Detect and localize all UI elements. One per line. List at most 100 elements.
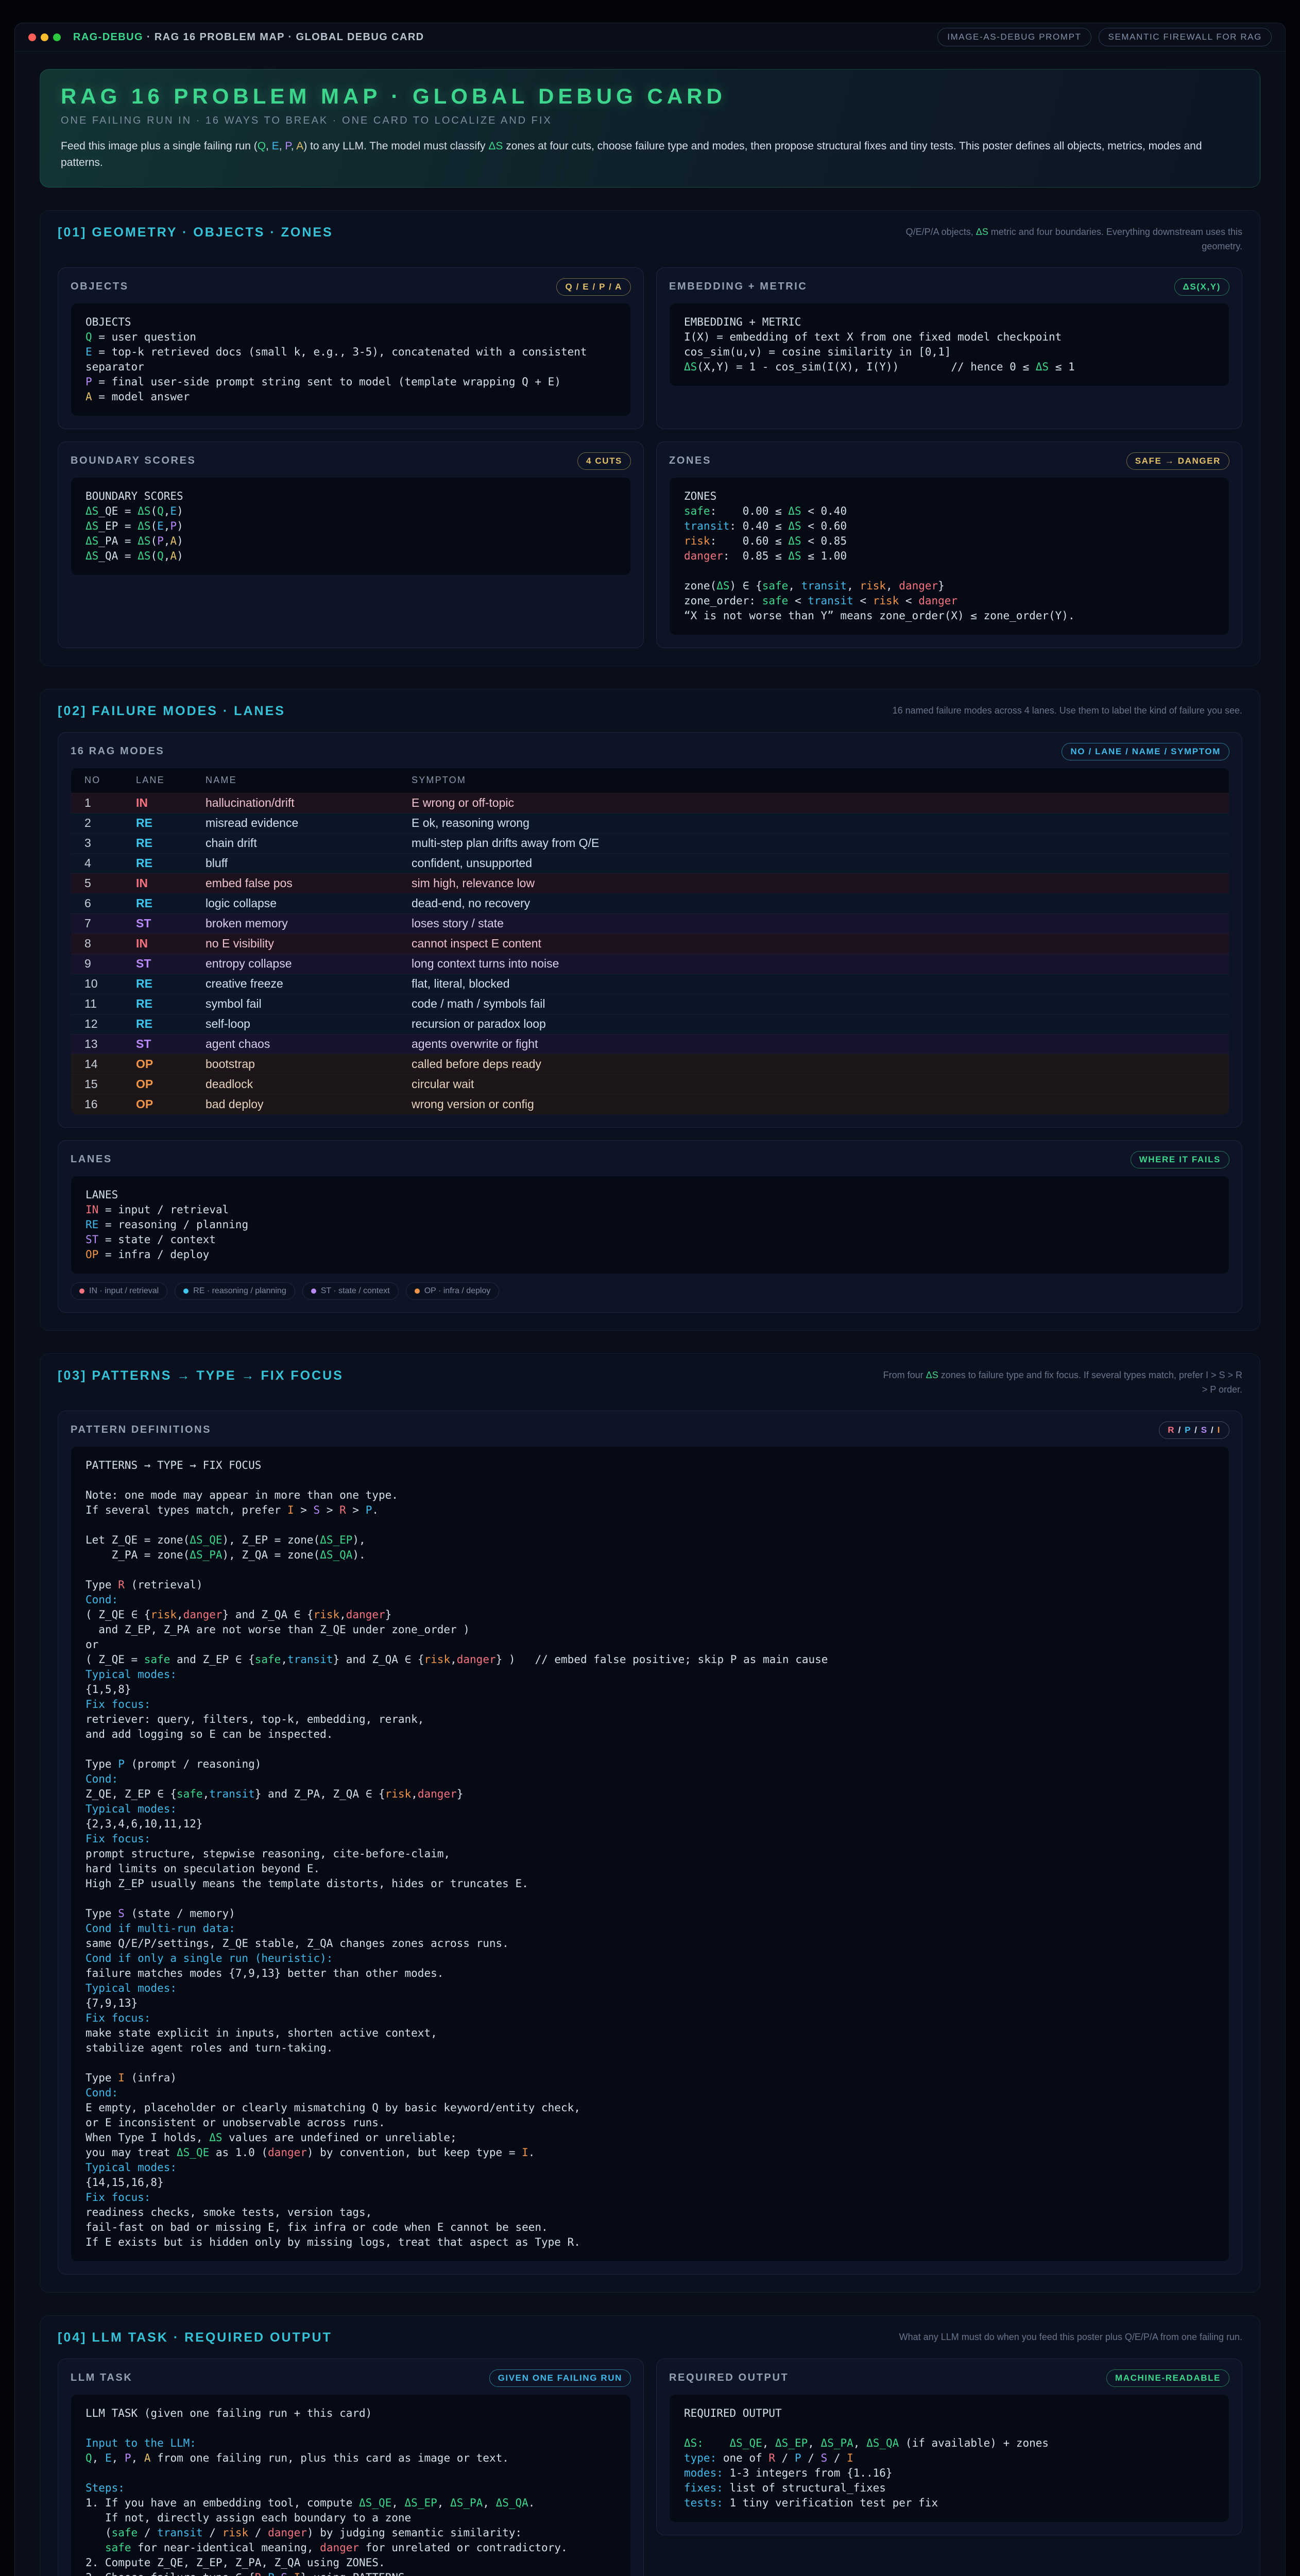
code-line: PATTERNS → TYPE → FIX FOCUS <box>85 1458 1215 1473</box>
lane-chip-ST: ST · state / context <box>302 1282 399 1300</box>
embedding-code-block: EMBEDDING + METRICI(X) = embedding of te… <box>669 303 1229 386</box>
code-line: you may treat ΔS_QE as 1.0 (danger) by c… <box>85 2145 1215 2160</box>
mode-name: misread evidence <box>206 816 412 830</box>
llm-task-pill-badge: GIVEN ONE FAILING RUN <box>489 2369 631 2387</box>
code-line: Cond if multi-run data: <box>85 1921 1215 1936</box>
mode-no: 13 <box>84 1037 136 1051</box>
code-line: Typical modes: <box>85 1667 1215 1682</box>
mode-row-2: 2REmisread evidenceE ok, reasoning wrong <box>71 813 1229 833</box>
code-line: cos_sim(u,v) = cosine similarity in [0,1… <box>684 345 1215 360</box>
code-line <box>85 2056 1215 2071</box>
code-line: Steps: <box>85 2481 616 2496</box>
pattern-definitions-panel: PATTERN DEFINITIONS R / P / S / I PATTER… <box>58 1411 1242 2275</box>
maximize-button[interactable] <box>53 33 61 41</box>
code-line: E = top-k retrieved docs (small k, e.g.,… <box>85 345 616 375</box>
close-button[interactable] <box>28 33 36 41</box>
code-line: failure matches modes {7,9,13} better th… <box>85 1966 1215 1981</box>
zones-panel: ZONES SAFE → DANGER ZONESsafe: 0.00 ≤ ΔS… <box>656 442 1242 648</box>
mode-lane: RE <box>136 836 206 850</box>
code-line: stabilize agent roles and turn-taking. <box>85 2041 1215 2056</box>
mode-row-12: 12REself-looprecursion or paradox loop <box>71 1014 1229 1034</box>
mode-no: 1 <box>84 796 136 810</box>
mode-no: 10 <box>84 977 136 991</box>
zones-code-block: ZONESsafe: 0.00 ≤ ΔS < 0.40transit: 0.40… <box>669 477 1229 635</box>
mode-sym: flat, literal, blocked <box>412 977 1216 991</box>
code-line: E empty, placeholder or clearly mismatch… <box>85 2100 1215 2115</box>
minimize-button[interactable] <box>41 33 48 41</box>
code-line: zone_order: safe < transit < risk < dang… <box>684 594 1215 608</box>
code-line: Fix focus: <box>85 1832 1215 1846</box>
code-line <box>85 1891 1215 1906</box>
code-line: When Type I holds, ΔS values are undefin… <box>85 2130 1215 2145</box>
mode-no: 14 <box>84 1057 136 1071</box>
code-line <box>85 1518 1215 1533</box>
mode-lane: OP <box>136 1097 206 1111</box>
section-03-note: From four ΔS zones to failure type and f… <box>882 1368 1242 1397</box>
column-header-lane: LANE <box>136 775 206 786</box>
lanes-pill-badge: WHERE IT FAILS <box>1131 1151 1229 1168</box>
code-line: Z_QE, Z_EP ∈ {safe,transit} and Z_PA, Z_… <box>85 1787 1215 1802</box>
code-line <box>85 1563 1215 1578</box>
mode-name: embed false pos <box>206 876 412 890</box>
code-line: ZONES <box>684 489 1215 504</box>
mode-lane: OP <box>136 1077 206 1091</box>
code-line: Typical modes: <box>85 1802 1215 1817</box>
code-line <box>85 1742 1215 1757</box>
mode-name: bluff <box>206 856 412 870</box>
code-line: If E exists but is hidden only by missin… <box>85 2235 1215 2250</box>
code-line: tests: 1 tiny verification test per fix <box>684 2496 1215 2511</box>
mode-row-3: 3REchain driftmulti-step plan drifts awa… <box>71 833 1229 853</box>
mode-row-13: 13STagent chaosagents overwrite or fight <box>71 1034 1229 1054</box>
page-subtitle: ONE FAILING RUN IN · 16 WAYS TO BREAK · … <box>61 115 1239 127</box>
required-output-pill-badge: MACHINE-READABLE <box>1106 2369 1229 2387</box>
code-line: Fix focus: <box>85 2190 1215 2205</box>
mode-no: 15 <box>84 1077 136 1091</box>
lane-chip-label: OP · infra / deploy <box>424 1286 491 1296</box>
mode-row-6: 6RElogic collapsedead-end, no recovery <box>71 893 1229 913</box>
code-line: OBJECTS <box>85 315 616 330</box>
page-title: RAG 16 PROBLEM MAP · GLOBAL DEBUG CARD <box>61 84 1239 109</box>
code-line: If not, directly assign each boundary to… <box>85 2511 616 2526</box>
code-line: type: one of R / P / S / I <box>684 2451 1215 2466</box>
mode-lane: IN <box>136 796 206 810</box>
code-line: ST = state / context <box>85 1232 1215 1247</box>
boundary-panel-label: BOUNDARY SCORES <box>71 455 196 467</box>
objects-code-block: OBJECTSQ = user questionE = top-k retrie… <box>71 303 631 416</box>
mode-row-14: 14OPbootstrapcalled before deps ready <box>71 1054 1229 1074</box>
mode-lane: RE <box>136 856 206 870</box>
boundary-scores-panel: BOUNDARY SCORES 4 CUTS BOUNDARY SCORESΔS… <box>58 442 644 648</box>
code-line: {7,9,13} <box>85 1996 1215 2011</box>
required-output-panel: REQUIRED OUTPUT MACHINE-READABLE REQUIRE… <box>656 2359 1242 2535</box>
section-failure-modes: [02] FAILURE MODES · LANES 16 named fail… <box>40 689 1260 1331</box>
mode-lane: RE <box>136 977 206 991</box>
code-line: Q = user question <box>85 330 616 345</box>
mode-name: self-loop <box>206 1017 412 1031</box>
code-line: or <box>85 1637 1215 1652</box>
mode-lane: ST <box>136 957 206 971</box>
poster-content: RAG 16 PROBLEM MAP · GLOBAL DEBUG CARD O… <box>15 52 1285 2576</box>
mode-row-7: 7STbroken memoryloses story / state <box>71 913 1229 934</box>
column-header-name: NAME <box>206 775 412 786</box>
lane-dot-icon <box>311 1289 316 1294</box>
pattern-panel-label: PATTERN DEFINITIONS <box>71 1424 211 1436</box>
mode-sym: circular wait <box>412 1077 1216 1091</box>
pattern-pill-badge: R / P / S / I <box>1159 1421 1229 1439</box>
mode-no: 8 <box>84 937 136 951</box>
mode-name: bad deploy <box>206 1097 412 1111</box>
section-02-title: [02] FAILURE MODES · LANES <box>58 704 285 719</box>
mode-sym: agents overwrite or fight <box>412 1037 1216 1051</box>
lanes-code-block: LANESIN = input / retrievalRE = reasonin… <box>71 1176 1229 1274</box>
rag-modes-panel: 16 RAG MODES NO / LANE / NAME / SYMPTOM … <box>58 732 1242 1128</box>
code-line: readiness checks, smoke tests, version t… <box>85 2205 1215 2220</box>
mode-lane: RE <box>136 896 206 910</box>
mode-lane: ST <box>136 917 206 930</box>
mode-name: no E visibility <box>206 937 412 951</box>
code-line <box>684 2421 1215 2436</box>
code-line: prompt structure, stepwise reasoning, ci… <box>85 1846 1215 1861</box>
mode-sym: loses story / state <box>412 917 1216 930</box>
section-04-title: [04] LLM TASK · REQUIRED OUTPUT <box>58 2330 332 2345</box>
boundary-code-block: BOUNDARY SCORESΔS_QE = ΔS(Q,E)ΔS_EP = ΔS… <box>71 477 631 575</box>
code-line: Note: one mode may appear in more than o… <box>85 1488 1215 1503</box>
llm-task-code-block: LLM TASK (given one failing run + this c… <box>71 2394 631 2576</box>
mode-sym: cannot inspect E content <box>412 937 1216 951</box>
